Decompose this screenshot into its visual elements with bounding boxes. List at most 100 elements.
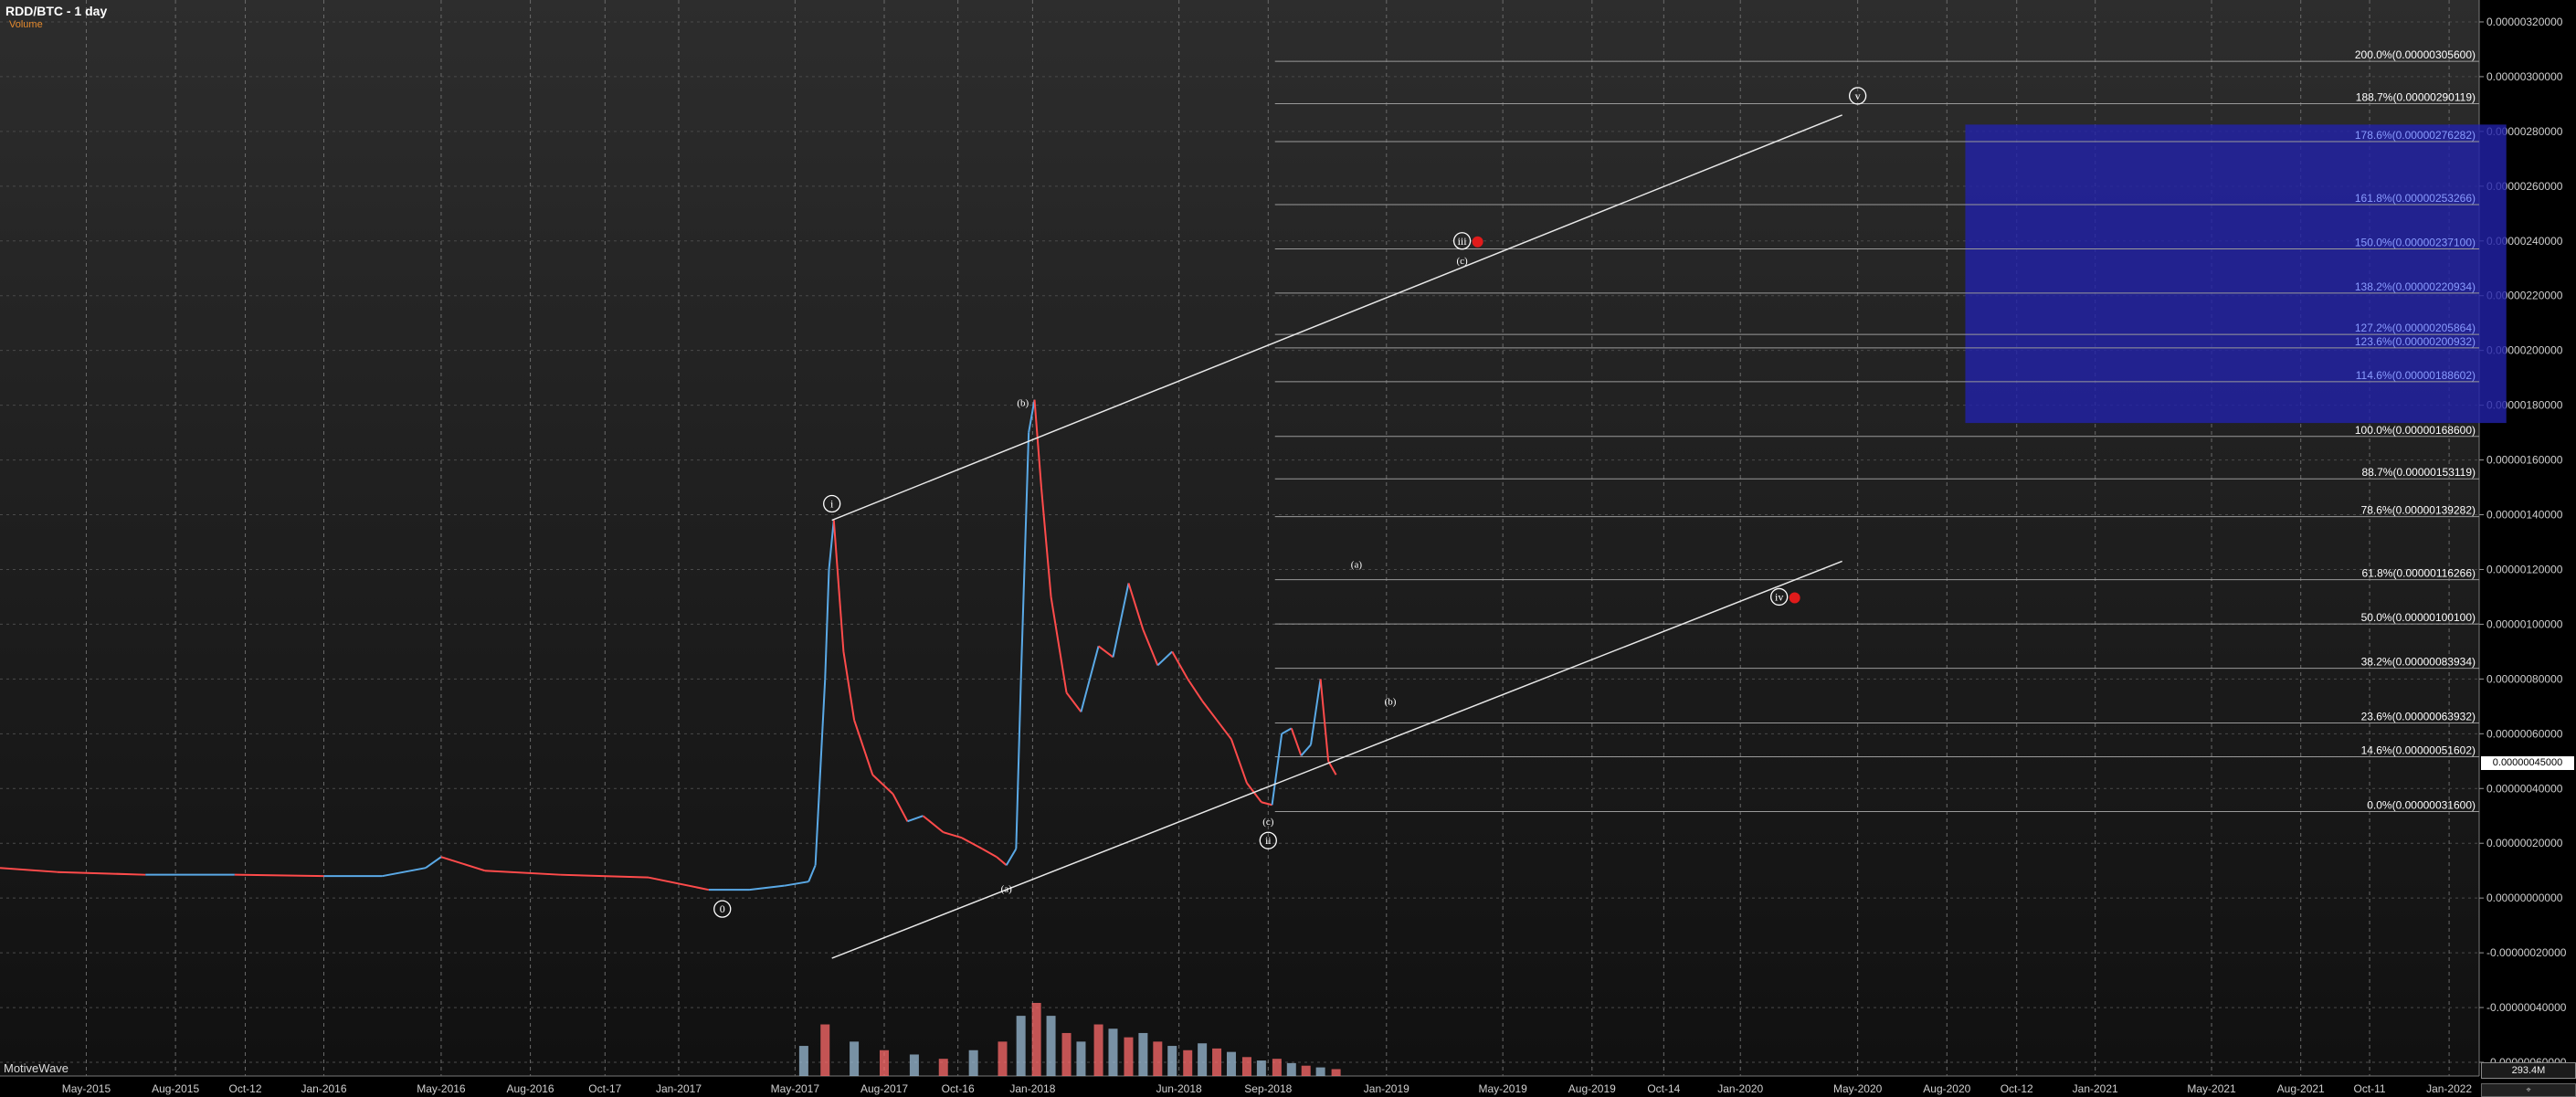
price-segment <box>1261 801 1272 807</box>
price-segment <box>1171 650 1189 680</box>
volume-bar <box>879 1050 889 1076</box>
price-segment <box>425 856 442 870</box>
price-segment <box>484 870 561 876</box>
x-tick-label: Sep-2018 <box>1244 1082 1292 1095</box>
fib-level-label: 114.6%(0.00000188602) <box>2356 369 2476 382</box>
price-chart[interactable]: 0.000003200000.000003000000.000002800000… <box>0 0 2576 1097</box>
price-segment <box>814 679 827 866</box>
x-tick-label: Oct-12 <box>229 1082 262 1095</box>
x-tick-label: Oct-14 <box>1647 1082 1680 1095</box>
volume-bar <box>1167 1046 1177 1076</box>
price-segment <box>1187 678 1203 701</box>
volume-bar <box>798 1046 808 1076</box>
price-segment <box>1319 679 1330 762</box>
x-tick-label: Aug-2020 <box>1923 1082 1970 1095</box>
scale-badge[interactable]: ⌖ <box>2481 1083 2576 1097</box>
price-segment <box>1271 733 1283 806</box>
x-tick-label: Aug-2019 <box>1568 1082 1616 1095</box>
price-segment <box>1310 679 1322 745</box>
x-tick-label: Jan-2017 <box>656 1082 702 1095</box>
wave-label: (a) <box>1001 884 1013 895</box>
fib-level-label: 100.0%(0.00000168600) <box>2355 424 2476 437</box>
price-segment <box>1156 650 1173 667</box>
wave-label: (b) <box>1385 696 1397 707</box>
price-segment <box>1300 744 1312 756</box>
x-tick-label: May-2021 <box>2187 1082 2236 1095</box>
wave-label: i <box>830 498 834 511</box>
x-tick-label: Jan-2018 <box>1009 1082 1055 1095</box>
price-segment <box>57 870 146 876</box>
fib-level-label: 138.2%(0.00000220934) <box>2355 280 2476 293</box>
price-segment <box>1040 487 1052 597</box>
volume-bar <box>1183 1050 1193 1076</box>
x-tick-label: Aug-2015 <box>152 1082 199 1095</box>
x-tick-label: Oct-11 <box>2353 1082 2385 1095</box>
price-segment <box>1033 399 1042 488</box>
volume-bar <box>1153 1041 1163 1076</box>
y-tick-label: 0.00000320000 <box>2486 16 2563 28</box>
fib-level-label: 150.0%(0.00000237100) <box>2355 236 2476 248</box>
wave-label: 0 <box>720 902 725 915</box>
x-tick-label: May-2017 <box>771 1082 820 1095</box>
fib-level-label: 88.7%(0.00000153119) <box>2361 466 2476 479</box>
volume-bar <box>1272 1059 1282 1076</box>
volume-bar <box>1286 1062 1296 1076</box>
brand-logo: MotiveWave <box>4 1061 69 1075</box>
y-tick-label: 0.00000080000 <box>2486 672 2563 685</box>
y-tick-label: 0.00000060000 <box>2486 727 2563 740</box>
volume-bar <box>1226 1051 1236 1076</box>
volume-bar <box>1016 1016 1026 1076</box>
x-tick-label: Jun-2018 <box>1156 1082 1202 1095</box>
trend-line <box>831 560 1842 959</box>
volume-bar <box>968 1050 978 1076</box>
x-tick-label: Jan-2021 <box>2073 1082 2118 1095</box>
wave-label: iii <box>1458 235 1468 248</box>
volume-bar <box>820 1024 830 1076</box>
volume-bar <box>1076 1041 1086 1076</box>
price-segment <box>842 651 856 721</box>
price-segment <box>1065 691 1082 712</box>
price-segment <box>440 856 485 872</box>
volume-bar <box>850 1041 860 1076</box>
x-tick-label: Jan-2022 <box>2426 1082 2472 1095</box>
volume-badge: 293.4M <box>2481 1062 2576 1079</box>
chart-area: 0.00000320000 0.00000300000 0.00000280000 0… <box>0 0 2576 1097</box>
alert-icon <box>1789 592 1800 604</box>
price-segment <box>943 831 963 839</box>
y-tick-label: 0.00000000000 <box>2486 891 2563 904</box>
volume-bar <box>1212 1048 1222 1076</box>
volume-bar <box>1198 1043 1208 1076</box>
fib-level-label: 38.2%(0.00000083934) <box>2361 656 2476 669</box>
fib-level-label: 50.0%(0.00000100100) <box>2361 611 2476 624</box>
volume-bar <box>1138 1032 1148 1076</box>
x-tick-label: Jan-2020 <box>1717 1082 1763 1095</box>
wave-label: (c) <box>1262 817 1274 828</box>
price-segment <box>981 848 998 859</box>
price-segment <box>1019 432 1030 680</box>
volume-bar <box>1093 1024 1103 1076</box>
x-tick-label: May-2019 <box>1478 1082 1527 1095</box>
wave-label: ii <box>1265 834 1272 847</box>
fib-level-label: 188.7%(0.00000290119) <box>2356 91 2476 104</box>
price-segment <box>1005 848 1018 866</box>
fib-level-label: 123.6%(0.00000200932) <box>2355 335 2476 348</box>
x-tick-label: Aug-2021 <box>2277 1082 2325 1095</box>
price-segment <box>0 867 58 873</box>
price-segment <box>1281 727 1293 735</box>
price-segment <box>1112 583 1130 658</box>
fib-level-label: 161.8%(0.00000253266) <box>2355 192 2476 205</box>
price-segment <box>749 884 785 891</box>
chart-title: RDD/BTC - 1 day <box>5 4 108 18</box>
price-segment <box>871 774 894 795</box>
volume-bar <box>938 1059 948 1076</box>
price-segment <box>1127 583 1145 630</box>
price-segment <box>382 867 427 878</box>
x-tick-label: Jan-2016 <box>301 1082 346 1095</box>
chart-subtitle: Volume <box>9 19 43 30</box>
price-segment <box>808 864 817 882</box>
price-segment <box>1097 645 1114 659</box>
volume-bar <box>1108 1028 1118 1076</box>
volume-bar <box>998 1041 1008 1076</box>
price-segment <box>1201 700 1218 721</box>
fib-level-label: 127.2%(0.00000205864) <box>2355 322 2476 334</box>
